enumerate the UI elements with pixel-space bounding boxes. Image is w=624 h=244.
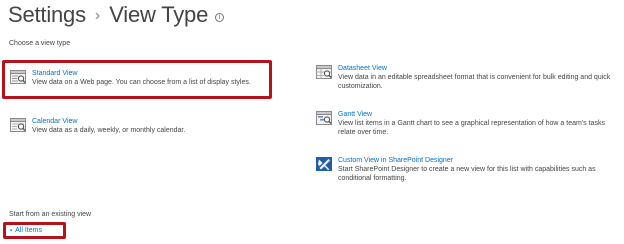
standard-view-link[interactable]: Standard View (32, 69, 251, 78)
sharepoint-designer-view-option[interactable]: Custom View in SharePoint Designer Start… (316, 156, 616, 183)
page-header: Settings › View Type i (8, 0, 225, 30)
gantt-view-option[interactable]: Gantt View View list items in a Gantt ch… (316, 110, 616, 137)
sharepoint-designer-view-description: Start SharePoint Designer to create a ne… (338, 166, 596, 182)
choose-view-type-label: Choose a view type (9, 40, 71, 47)
standard-view-option[interactable]: Standard View View data on a Web page. Y… (10, 69, 265, 87)
page-title: View Type (109, 2, 209, 27)
gantt-view-icon (316, 111, 332, 125)
calendar-view-icon (10, 118, 26, 132)
all-items-link[interactable]: All Items (15, 227, 42, 234)
calendar-view-option[interactable]: Calendar View View data as a daily, week… (10, 117, 280, 135)
calendar-view-link[interactable]: Calendar View (32, 117, 185, 126)
datasheet-view-link[interactable]: Datasheet View (338, 64, 616, 73)
start-from-existing-view-label: Start from an existing view (9, 211, 92, 218)
existing-view-list: ▪ All Items (10, 227, 42, 234)
sharepoint-designer-icon (316, 157, 332, 171)
info-icon[interactable]: i (215, 12, 225, 22)
breadcrumb-separator: › (94, 7, 101, 24)
datasheet-view-icon (316, 65, 332, 79)
gantt-view-description: View list items in a Gantt chart to see … (338, 120, 605, 136)
datasheet-view-description: View data in an editable spreadsheet for… (338, 74, 611, 90)
breadcrumb-settings-link[interactable]: Settings (8, 2, 86, 28)
sharepoint-designer-view-link[interactable]: Custom View in SharePoint Designer (338, 156, 616, 165)
bullet-icon: ▪ (10, 227, 13, 234)
standard-view-icon (10, 70, 26, 84)
datasheet-view-option[interactable]: Datasheet View View data in an editable … (316, 64, 616, 91)
standard-view-description: View data on a Web page. You can choose … (32, 79, 251, 86)
gantt-view-link[interactable]: Gantt View (338, 110, 616, 119)
calendar-view-description: View data as a daily, weekly, or monthly… (32, 127, 186, 134)
